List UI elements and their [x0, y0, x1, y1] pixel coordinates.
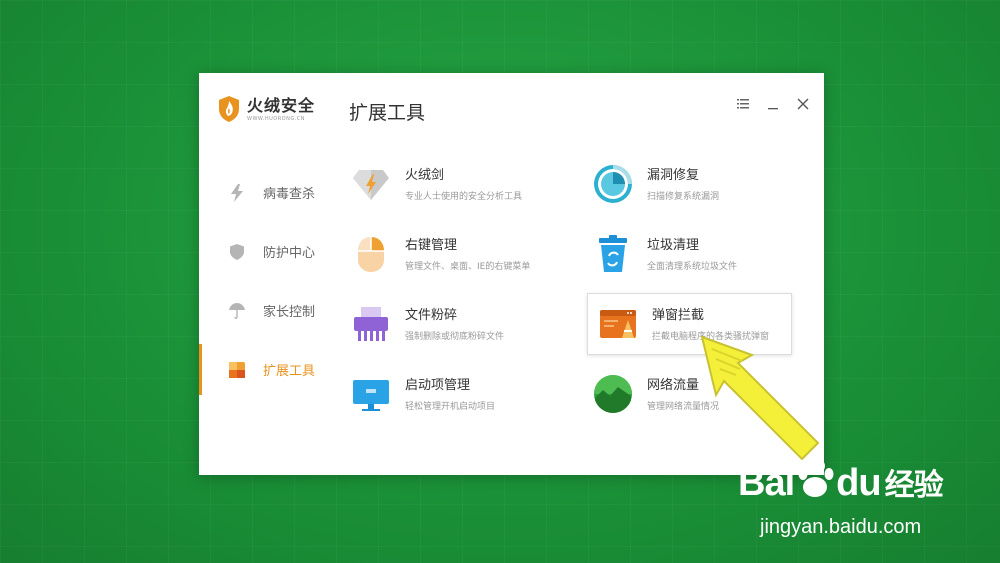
- watermark-brand-prefix: Bai: [738, 462, 795, 504]
- sidebar-item-label: 扩展工具: [263, 364, 316, 379]
- tool-name: 文件粉碎: [405, 307, 458, 323]
- tool-desc: 扫描修复系统漏洞: [647, 191, 720, 202]
- tool-startup-manager[interactable]: 启动项管理 轻松管理开机启动项目: [341, 363, 546, 425]
- window-controls: [736, 97, 810, 111]
- baidu-watermark: Bai du 经验 jingyan.baidu.com: [738, 460, 988, 555]
- sword-icon: [353, 170, 389, 200]
- shield-icon: [229, 243, 245, 260]
- page-title: 扩展工具: [349, 102, 426, 124]
- tool-file-shredder[interactable]: 文件粉碎 强制删除或彻底粉碎文件: [341, 293, 546, 355]
- logo-url: WWW.HUORONG.CN: [247, 115, 306, 122]
- watermark-url: jingyan.baidu.com: [760, 516, 922, 538]
- tool-name: 弹窗拦截: [652, 307, 705, 323]
- sidebar-item-label: 防护中心: [263, 246, 316, 261]
- tool-desc: 管理文件、桌面、IE的右键菜单: [405, 261, 531, 272]
- sidebar-item-protection[interactable]: 防护中心: [199, 222, 339, 281]
- sidebar-item-virus-scan[interactable]: 病毒查杀: [199, 163, 339, 222]
- tool-name: 右键管理: [405, 237, 458, 253]
- annotation-arrow-icon: [700, 335, 820, 461]
- minimize-icon[interactable]: [766, 97, 780, 111]
- tool-name: 垃圾清理: [647, 237, 700, 253]
- sidebar-item-extension-tools[interactable]: 扩展工具: [199, 340, 339, 399]
- paw-icon: [798, 460, 834, 497]
- tool-vulnerability-fix[interactable]: 漏洞修复 扫描修复系统漏洞: [583, 153, 788, 215]
- tool-junk-cleanup[interactable]: 垃圾清理 全面清理系统垃圾文件: [583, 223, 788, 285]
- sidebar-item-label: 家长控制: [263, 305, 316, 320]
- tools-icon: [229, 361, 245, 378]
- shredder-icon: [354, 307, 388, 341]
- network-icon: [594, 375, 632, 413]
- tool-desc: 专业人士使用的安全分析工具: [405, 191, 523, 202]
- watermark-brand-cn: 经验: [884, 469, 944, 502]
- umbrella-icon: [229, 302, 245, 319]
- tool-name: 火绒剑: [405, 167, 445, 183]
- tool-desc: 轻松管理开机启动项目: [405, 401, 496, 412]
- lightning-icon: [229, 183, 245, 202]
- sidebar-item-parental-control[interactable]: 家长控制: [199, 281, 339, 340]
- menu-icon[interactable]: [736, 97, 750, 111]
- vulnerability-icon: [594, 165, 632, 203]
- sidebar: 病毒查杀 防护中心 家长控制 扩展工具: [199, 163, 339, 399]
- sidebar-item-label: 病毒查杀: [263, 187, 316, 202]
- monitor-icon: [353, 380, 389, 411]
- close-icon[interactable]: [796, 97, 810, 111]
- app-logo: 火绒安全 WWW.HUORONG.CN: [217, 95, 315, 123]
- tool-name: 启动项管理: [405, 377, 471, 393]
- tool-huorong-sword[interactable]: 火绒剑 专业人士使用的安全分析工具: [341, 153, 546, 215]
- right-click-icon: [358, 237, 384, 272]
- trash-icon: [599, 235, 627, 272]
- tool-name: 漏洞修复: [647, 167, 700, 183]
- popup-block-icon: [600, 310, 636, 338]
- watermark-brand-suffix: du: [836, 462, 881, 504]
- tool-desc: 全面清理系统垃圾文件: [647, 261, 738, 272]
- tool-right-click-manager[interactable]: 右键管理 管理文件、桌面、IE的右键菜单: [341, 223, 546, 285]
- huorong-logo-icon: [219, 96, 239, 122]
- watermark-brand: Bai du 经验: [738, 460, 944, 505]
- logo-name: 火绒安全: [247, 95, 316, 115]
- tool-desc: 强制删除或彻底粉碎文件: [405, 331, 505, 342]
